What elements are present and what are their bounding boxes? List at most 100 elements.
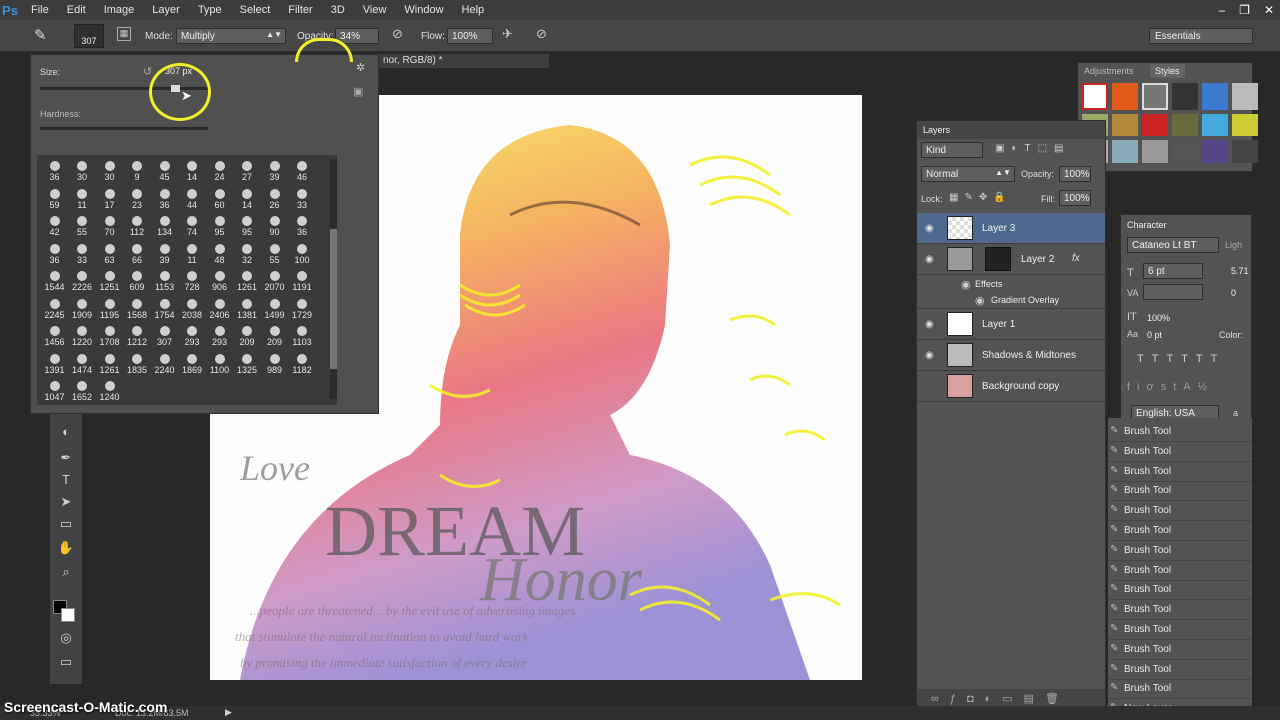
brush-preset[interactable]: 293 [206,324,233,352]
brush-preset[interactable]: 1261 [234,269,261,297]
layer-row-layer-3[interactable]: ◉ Layer 3 [917,213,1105,244]
history-item[interactable]: ✎ Brush Tool [1108,481,1252,502]
style-swatch[interactable] [1202,113,1228,137]
brush-preset[interactable]: 30 [69,159,96,187]
document-tab[interactable]: nor, RGB/8) * [379,54,549,68]
brush-preset[interactable]: 1499 [261,297,288,325]
brush-preset[interactable]: 23 [124,187,151,215]
brush-preset[interactable]: 609 [124,269,151,297]
menu-3d[interactable]: 3D [322,4,354,16]
history-item[interactable]: ✎ Brush Tool [1108,640,1252,660]
hand-tool-icon[interactable]: ✋ [56,540,76,558]
history-item[interactable]: ✎ Brush Tool [1108,541,1252,561]
menu-select[interactable]: Select [231,4,280,16]
quick-mask-icon[interactable]: ◎ [56,630,76,648]
brush-preset[interactable]: 36 [289,214,316,242]
eye-icon[interactable]: ◉ [961,278,971,291]
style-swatch[interactable] [1232,113,1258,137]
pen-tool-icon[interactable]: ✒ [56,450,76,468]
path-select-icon[interactable]: ➤ [56,494,76,512]
new-preset-icon[interactable]: ▣ [353,85,363,98]
mode-select[interactable]: Multiply ▲▼ [176,28,286,44]
history-item[interactable]: ✎ Brush Tool [1108,462,1252,482]
eye-icon[interactable]: ◉ [975,294,985,307]
brush-preset[interactable]: 209 [234,324,261,352]
brush-preset[interactable]: 27 [234,159,261,187]
brush-preset[interactable]: 9 [124,159,151,187]
hardness-slider[interactable] [40,127,208,130]
brush-preset[interactable]: 32 [234,242,261,270]
history-item[interactable]: ✎ Brush Tool [1108,442,1252,462]
brush-preset[interactable]: 11 [69,187,96,215]
brush-size-picker[interactable]: 307 [74,24,104,48]
brush-preset[interactable]: 90 [261,214,288,242]
tracking-value[interactable]: 0 [1231,288,1236,298]
brush-preset[interactable]: 1754 [151,297,178,325]
brush-preset[interactable]: 70 [96,214,123,242]
brush-preset[interactable]: 2240 [151,352,178,380]
brush-preset[interactable]: 1212 [124,324,151,352]
brush-preset[interactable]: 2226 [69,269,96,297]
brush-preset[interactable]: 1456 [41,324,68,352]
brush-preset[interactable]: 36 [41,159,68,187]
brush-panel-toggle-icon[interactable]: ▦ [117,27,131,41]
brush-preset[interactable]: 2070 [261,269,288,297]
pressure-size-icon[interactable]: ⊘ [536,26,547,42]
kerning-input[interactable] [1143,284,1203,300]
brush-preset[interactable]: 55 [69,214,96,242]
screen-mode-icon[interactable]: ▭ [56,654,76,672]
restore-button[interactable]: ❐ [1239,3,1250,17]
brush-preset[interactable]: 39 [261,159,288,187]
brush-preset[interactable]: 1708 [96,324,123,352]
brush-preset[interactable]: 1544 [41,269,68,297]
leading-value[interactable]: 5.71 [1231,266,1249,276]
eye-icon[interactable]: ◉ [925,223,934,234]
opentype-buttons[interactable]: fiơstA½ [1127,381,1214,393]
eye-icon[interactable]: ◉ [925,319,934,330]
gear-icon[interactable]: ✲ [356,61,365,74]
workspace-select[interactable]: Essentials [1149,28,1253,44]
menu-type[interactable]: Type [189,4,231,16]
brush-preset[interactable]: 1568 [124,297,151,325]
menu-help[interactable]: Help [453,4,494,16]
style-swatch[interactable] [1112,140,1138,163]
filter-icons[interactable]: ▣◐T⬚▤ [995,143,1071,154]
brush-preset[interactable]: 26 [261,187,288,215]
filter-select[interactable]: Kind [921,142,983,158]
style-swatch[interactable] [1202,83,1228,110]
eye-icon[interactable]: ◉ [925,350,934,361]
brush-preset[interactable]: 1729 [289,297,316,325]
style-swatch[interactable] [1172,83,1198,110]
brush-preset[interactable]: 1251 [96,269,123,297]
brush-preset[interactable]: 14 [234,187,261,215]
brush-preset[interactable]: 36 [151,187,178,215]
menu-file[interactable]: File [22,4,58,16]
brush-preset[interactable]: 2038 [179,297,206,325]
lock-icons[interactable]: ▦✎✥🔒 [949,192,1012,203]
brush-preset[interactable]: 112 [124,214,151,242]
gradient-overlay-label[interactable]: Gradient Overlay [991,295,1059,305]
brush-preset[interactable]: 36 [41,242,68,270]
brush-preset[interactable]: 1220 [69,324,96,352]
brush-preset[interactable]: 60 [206,187,233,215]
brush-icon[interactable]: ✎ [34,26,47,44]
brush-preset[interactable]: 1325 [234,352,261,380]
brush-preset[interactable]: 24 [206,159,233,187]
layer-row-layer-2[interactable]: ◉ Layer 2 fx [917,244,1105,275]
layers-title[interactable]: Layers [923,125,950,135]
brush-preset[interactable]: 48 [206,242,233,270]
brush-preset[interactable]: 14 [179,159,206,187]
brush-preset[interactable]: 30 [96,159,123,187]
brush-preset[interactable]: 42 [41,214,68,242]
brush-preset[interactable]: 33 [69,242,96,270]
brush-preset[interactable]: 17 [96,187,123,215]
brush-preset[interactable]: 1909 [69,297,96,325]
close-button[interactable]: ✕ [1264,3,1274,17]
style-swatch[interactable] [1172,113,1198,137]
minimize-button[interactable]: – [1218,3,1225,17]
history-item[interactable]: ✎ Brush Tool [1108,521,1252,541]
character-title[interactable]: Character [1127,220,1167,230]
brush-preset[interactable]: 1240 [96,379,123,407]
history-item[interactable]: ✎ Brush Tool [1108,679,1252,700]
layer-row-layer-1[interactable]: ◉ Layer 1 [917,309,1105,340]
